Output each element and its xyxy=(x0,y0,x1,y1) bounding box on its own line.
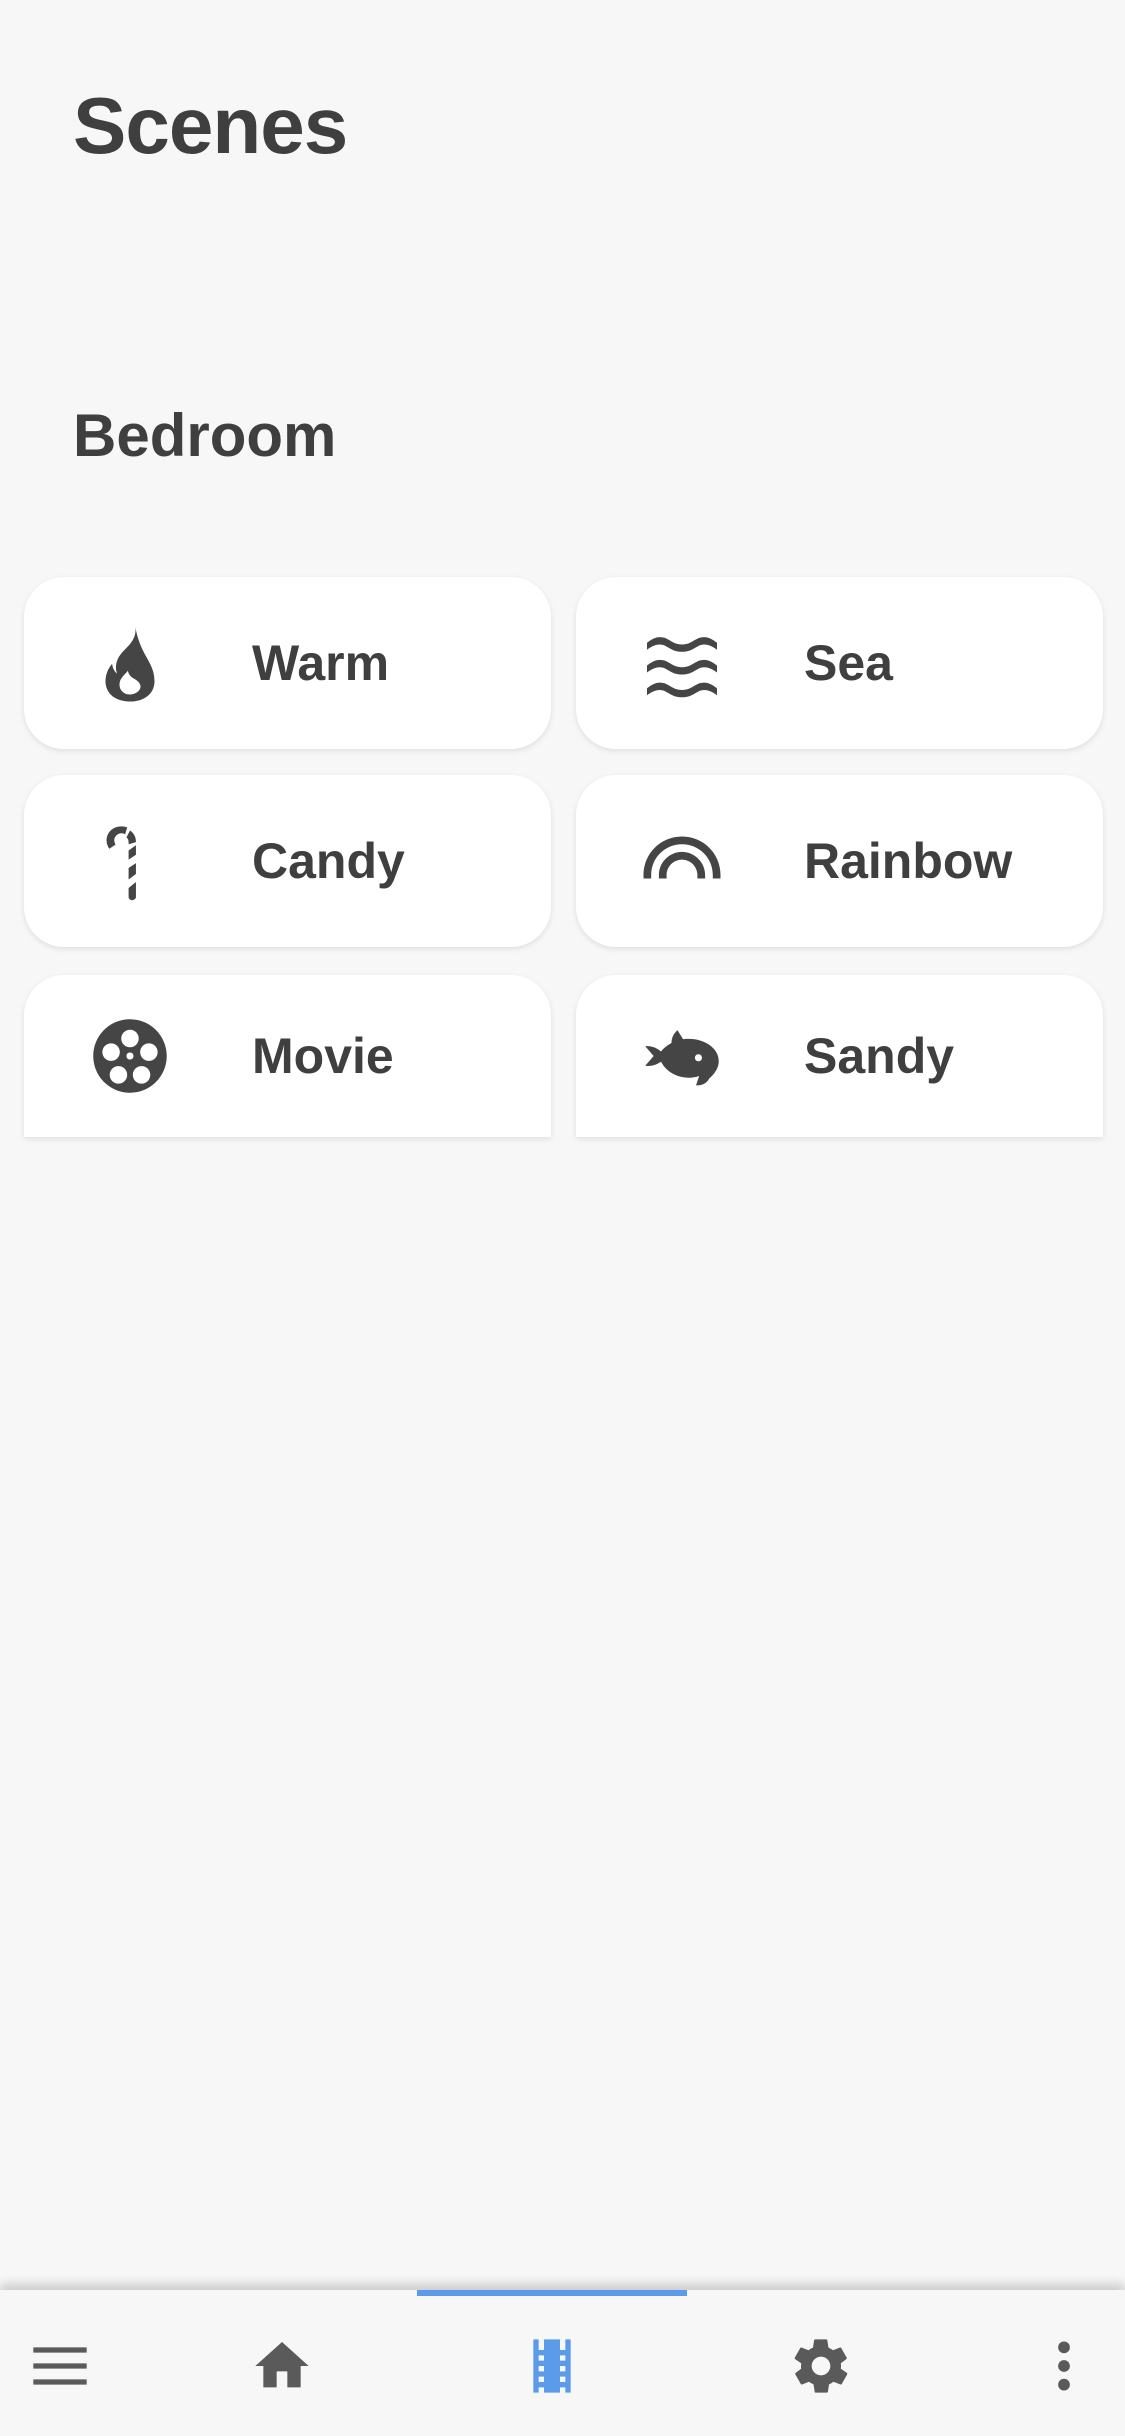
scene-label: Sandy xyxy=(804,1028,955,1084)
page-title: Scenes xyxy=(73,81,348,170)
scene-label: Warm xyxy=(252,635,390,691)
nav-home-button[interactable] xyxy=(232,2316,332,2416)
scene-label: Movie xyxy=(252,1028,394,1084)
rainbow-icon xyxy=(640,819,724,903)
scene-card-rainbow[interactable]: Rainbow xyxy=(576,775,1103,947)
section-title-bedroom: Bedroom xyxy=(73,402,337,469)
scene-card-sandy[interactable]: Sandy xyxy=(576,975,1103,1137)
scene-card-sea[interactable]: Sea xyxy=(576,577,1103,749)
fish-icon xyxy=(640,1014,724,1098)
bottom-nav xyxy=(0,2290,1125,2436)
film-strip-icon xyxy=(533,2339,571,2393)
gear-icon xyxy=(794,2339,848,2393)
scene-label: Rainbow xyxy=(804,833,1013,889)
menu-icon xyxy=(33,2347,87,2385)
scene-label: Sea xyxy=(804,635,893,691)
scene-card-warm[interactable]: Warm xyxy=(24,577,551,749)
film-reel-icon xyxy=(88,1014,172,1098)
home-icon xyxy=(255,2342,309,2388)
scene-card-movie[interactable]: Movie xyxy=(24,975,551,1137)
more-vertical-icon xyxy=(1058,2341,1070,2391)
nav-scenes-button[interactable] xyxy=(502,2316,602,2416)
waves-icon xyxy=(640,621,724,705)
nav-settings-button[interactable] xyxy=(771,2316,871,2416)
menu-button[interactable] xyxy=(10,2316,110,2416)
fire-icon xyxy=(88,621,172,705)
more-options-button[interactable] xyxy=(1014,2316,1114,2416)
active-tab-indicator xyxy=(417,2290,687,2296)
scene-card-candy[interactable]: Candy xyxy=(24,775,551,947)
scene-label: Candy xyxy=(252,833,405,889)
candy-cane-icon xyxy=(88,819,172,903)
